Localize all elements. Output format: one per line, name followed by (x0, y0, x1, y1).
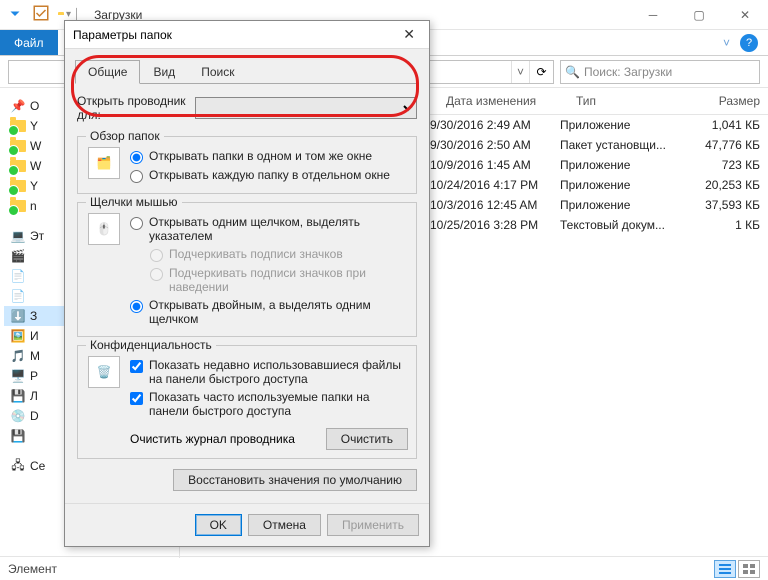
group-legend: Конфиденциальность (86, 338, 216, 352)
view-details-button[interactable] (714, 560, 736, 578)
tab-general[interactable]: Общие (75, 60, 140, 84)
down-arrow-icon[interactable] (6, 4, 24, 25)
dialog-title: Параметры папок (73, 28, 172, 42)
group-click-behavior: Щелчки мышью 🖱️ Открывать одним щелчком,… (77, 202, 417, 337)
dialog-buttons: OK Отмена Применить (65, 503, 429, 546)
status-text: Элемент (8, 562, 57, 576)
close-button[interactable]: ✕ (722, 0, 768, 30)
radio-new-window[interactable]: Открывать каждую папку в отдельном окне (130, 166, 408, 185)
checkbox-icon[interactable] (32, 4, 50, 25)
folder-options-dialog: Параметры папок ✕ Общие Вид Поиск Открыт… (64, 20, 430, 547)
dialog-close-button[interactable]: ✕ (397, 24, 421, 45)
radio-underline-always: Подчеркивать подписи значков (150, 245, 408, 264)
check-frequent-folders[interactable]: Показать часто используемые папки на пан… (130, 388, 408, 420)
search-placeholder: Поиск: Загрузки (584, 65, 672, 79)
dialog-titlebar[interactable]: Параметры папок ✕ (65, 21, 429, 49)
browse-icon: 🗂️ (88, 147, 120, 179)
clear-button[interactable]: Очистить (326, 428, 408, 450)
check-recent-files[interactable]: Показать недавно использовавшиеся файлы … (130, 356, 408, 388)
click-icon: 🖱️ (88, 213, 120, 245)
ok-button[interactable]: OK (195, 514, 242, 536)
col-type[interactable]: Тип (568, 88, 688, 114)
clear-history-label: Очистить журнал проводника (130, 432, 295, 446)
col-date[interactable]: Дата изменения (438, 88, 568, 114)
radio-underline-hover: Подчеркивать подписи значков при наведен… (150, 264, 408, 296)
cancel-button[interactable]: Отмена (248, 514, 321, 536)
group-legend: Обзор папок (86, 129, 164, 143)
radio-single-click[interactable]: Открывать одним щелчком, выделять указат… (130, 213, 408, 245)
tab-search[interactable]: Поиск (188, 60, 247, 84)
search-input[interactable]: 🔍 Поиск: Загрузки (560, 60, 760, 84)
radio-double-click[interactable]: Открывать двойным, а выделять одним щелч… (130, 296, 408, 328)
open-explorer-for-label: Открыть проводник для: (77, 94, 187, 122)
view-large-button[interactable] (738, 560, 760, 578)
qat-dropdown-icon[interactable]: ▾ │ (66, 9, 80, 20)
group-browse-folders: Обзор папок 🗂️ Открывать папки в одном и… (77, 136, 417, 194)
restore-defaults-button[interactable]: Восстановить значения по умолчанию (173, 469, 417, 491)
minimize-button[interactable]: ─ (630, 0, 676, 30)
col-size[interactable]: Размер (688, 88, 768, 114)
help-icon[interactable]: ? (740, 34, 758, 52)
refresh-button[interactable]: ⟳ (529, 61, 553, 83)
apply-button[interactable]: Применить (327, 514, 419, 536)
ribbon-expand-icon[interactable]: ˅ (723, 36, 730, 50)
group-privacy: Конфиденциальность 🗑️ Показать недавно и… (77, 345, 417, 459)
privacy-icon: 🗑️ (88, 356, 120, 388)
search-icon: 🔍 (565, 65, 580, 79)
open-explorer-for-select[interactable] (195, 97, 417, 119)
statusbar: Элемент (0, 556, 768, 580)
radio-same-window[interactable]: Открывать папки в одном и том же окне (130, 147, 408, 166)
address-dropdown-icon[interactable]: ˅ (511, 61, 529, 83)
dialog-tabs: Общие Вид Поиск (75, 59, 419, 84)
tab-view[interactable]: Вид (140, 60, 188, 84)
maximize-button[interactable]: ▢ (676, 0, 722, 30)
group-legend: Щелчки мышью (86, 195, 182, 209)
file-tab[interactable]: Файл (0, 30, 58, 55)
